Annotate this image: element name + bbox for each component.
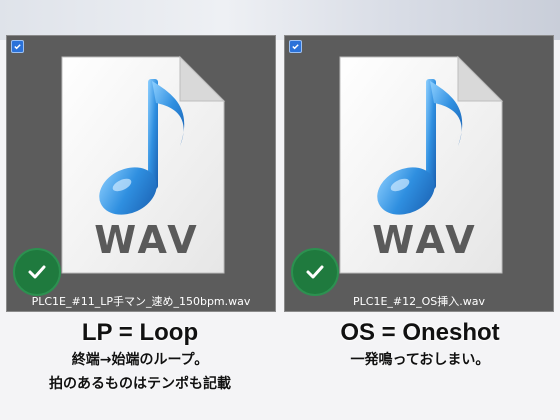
file-tile-loop[interactable]: WAV PLC1E_#11_LP手マン_速め_150bpm.wav (6, 35, 276, 312)
file-name[interactable]: PLC1E_#11_LP手マン_速め_150bpm.wav (7, 293, 275, 309)
checkmark-icon (14, 44, 21, 50)
selection-checkbox[interactable] (289, 40, 302, 53)
background-decoration (0, 0, 560, 40)
file-tile-oneshot[interactable]: WAV PLC1E_#12_OS挿入.wav (284, 35, 554, 312)
wav-label: WAV (94, 218, 200, 262)
checkmark-icon (292, 44, 299, 50)
check-circle-icon (291, 248, 339, 296)
caption-oneshot: OS = Oneshot 一発鳴っておしまい。 (280, 318, 560, 372)
caption-line: 拍のあるものはテンポも記載 (49, 376, 231, 392)
file-name[interactable]: PLC1E_#12_OS挿入.wav (285, 293, 553, 309)
check-circle-icon (13, 248, 61, 296)
caption-title: OS = Oneshot (340, 319, 500, 346)
caption-loop: LP = Loop 終端→始端のループ。 拍のあるものはテンポも記載 (0, 318, 280, 396)
selection-checkbox[interactable] (11, 40, 24, 53)
caption-line: 一発鳴っておしまい。 (350, 352, 490, 368)
caption-title: LP = Loop (81, 319, 199, 346)
caption-line: 終端→始端のループ。 (71, 352, 209, 368)
wav-label: WAV (372, 218, 478, 262)
